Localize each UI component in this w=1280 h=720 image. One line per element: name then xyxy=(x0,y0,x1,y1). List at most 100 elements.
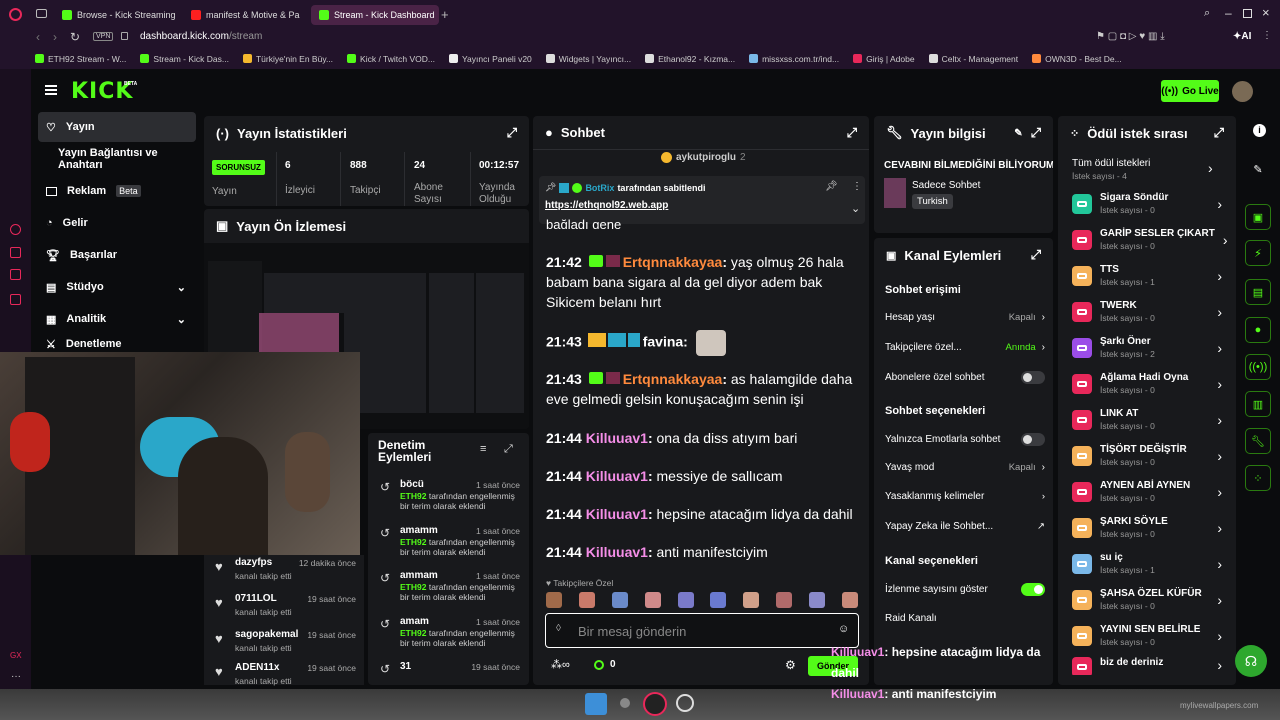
reload-icon[interactable]: ↻ xyxy=(70,30,80,44)
back-icon[interactable]: ‹ xyxy=(36,30,40,44)
sidebar-item-denetleme[interactable]: ⚔ Denetleme xyxy=(38,338,196,352)
chat-username[interactable]: Ertqnnakkayaa xyxy=(623,371,723,387)
gx-corner-label[interactable]: GX xyxy=(10,651,22,660)
undo-icon[interactable]: ↺ xyxy=(380,662,390,676)
bookmark-item[interactable]: Türkiye'nin En Büy... xyxy=(242,54,333,64)
follower-name[interactable]: dazyfps xyxy=(235,557,272,568)
bookmark-item[interactable]: Ethanol92 - Kızma... xyxy=(645,54,735,64)
pinned-link[interactable]: https://ethqnol92.web.app xyxy=(545,200,668,211)
menu-icon[interactable]: ⋮ xyxy=(1262,30,1272,41)
edit-icon[interactable]: ✎ xyxy=(1014,128,1022,139)
minimize-icon[interactable]: – xyxy=(1225,6,1232,20)
reward-item[interactable]: YAYINI SEN BELİRLE İstek sayısı - 0 › xyxy=(1072,621,1222,651)
undo-icon[interactable]: ↺ xyxy=(380,571,390,585)
expand-icon[interactable]: ⤢ xyxy=(1031,125,1041,141)
wrench-tool-icon[interactable]: 🔧︎ xyxy=(1245,428,1271,454)
tab-overview-icon[interactable] xyxy=(36,9,47,18)
sidebar-item-stream-key[interactable]: Yayın Bağlantısı ve Anahtarı xyxy=(50,144,202,174)
unpin-icon[interactable]: 📌︎ xyxy=(825,181,838,192)
chat-input[interactable]: ◊ Bir mesaj gönderin ☺ xyxy=(545,613,859,648)
quick-emote-icon[interactable] xyxy=(578,592,595,608)
emoji-icon[interactable]: ☺ xyxy=(838,623,849,635)
emote-only-toggle[interactable] xyxy=(1021,433,1045,446)
vpn-badge[interactable]: VPN xyxy=(93,32,114,41)
bookmark-item[interactable]: Kick / Twitch VOD... xyxy=(347,54,435,64)
banned-words-row[interactable]: Yasaklanmış kelimeler › xyxy=(885,491,1045,502)
tab-youtube[interactable]: manifest & Motive & Pa xyxy=(183,5,309,25)
reward-item[interactable]: TWERK İstek sayısı - 0 › xyxy=(1072,297,1222,327)
expand-icon[interactable]: ⤢ xyxy=(847,125,857,141)
reward-item[interactable]: AYNEN ABİ AYNEN İstek sayısı - 0 › xyxy=(1072,477,1222,507)
sidebar-twitch-icon[interactable] xyxy=(10,294,21,305)
moderation-action-item[interactable]: ↺ amamm 1 saat önce ETH92 tarafından engell… xyxy=(380,525,520,569)
quick-emote-icon[interactable] xyxy=(677,592,694,608)
forward-icon[interactable]: › xyxy=(53,30,57,44)
chat-username[interactable]: Killuuav1 xyxy=(586,506,648,522)
quick-emote-icon[interactable] xyxy=(743,592,760,608)
sidebar-item-basarilar[interactable]: 🏆︎ Başarılar xyxy=(38,240,196,270)
search-tabs-icon[interactable]: ⌕ xyxy=(1204,7,1210,20)
support-headset-icon[interactable]: ☊ xyxy=(1235,645,1267,677)
sidebar-messenger-icon[interactable] xyxy=(10,269,21,280)
expand-icon[interactable]: ⤢ xyxy=(1031,247,1041,263)
follower-name[interactable]: 0711LOL xyxy=(235,593,277,604)
url-field[interactable]: dashboard.kick.com/stream xyxy=(140,31,262,42)
moderation-action-item[interactable]: ↺ ammam 1 saat önce ETH92 tarafından engell… xyxy=(380,570,520,614)
bookmark-item[interactable]: Yayıncı Paneli v20 xyxy=(449,54,532,64)
bookmark-item[interactable]: missxss.com.tr/ind... xyxy=(749,54,839,64)
reward-item[interactable]: su iç İstek sayısı - 1 › xyxy=(1072,549,1222,579)
taskbar-app-icon[interactable] xyxy=(620,698,630,708)
broadcast-icon[interactable]: ((•)) xyxy=(1245,354,1271,380)
gear-icon[interactable]: ⚙ xyxy=(785,658,796,672)
channel-points[interactable]: 0 xyxy=(594,659,616,670)
slow-mode-row[interactable]: Yavaş mod Kapalı › xyxy=(885,462,1045,473)
moderation-action-item[interactable]: ↺ amam 1 saat önce ETH92 tarafından engelle… xyxy=(380,616,520,660)
quick-emote-icon[interactable] xyxy=(644,592,661,608)
raid-channel-row[interactable]: Raid Kanalı xyxy=(885,613,1045,624)
info-icon[interactable]: i xyxy=(1253,124,1266,137)
more-icon[interactable]: ··· xyxy=(11,671,21,682)
document-icon[interactable]: ▤ xyxy=(1245,279,1271,305)
reward-item[interactable]: Sigara Söndür İstek sayısı - 0 › xyxy=(1072,189,1222,219)
quick-emote-icon[interactable] xyxy=(710,592,727,608)
taskbar-explorer-icon[interactable] xyxy=(585,693,607,715)
reward-item[interactable]: TİŞÖRT DEĞİŞTİR İstek sayısı - 0 › xyxy=(1072,441,1222,471)
lightning-icon[interactable]: ⚡︎ xyxy=(1245,240,1271,266)
sidebar-feed-icon[interactable] xyxy=(10,247,21,258)
quick-emote-icon[interactable] xyxy=(776,592,793,608)
quick-emote-icon[interactable] xyxy=(611,592,628,608)
moderation-action-item[interactable]: ↺ 31 19 saat önce xyxy=(380,661,520,685)
more-options-icon[interactable]: ⋮ xyxy=(852,181,862,192)
filter-icon[interactable]: ≡ xyxy=(480,443,486,455)
sidebar-item-reklam[interactable]: Reklam Beta xyxy=(38,176,196,206)
chat-username[interactable]: Ertqnnakkayaa xyxy=(623,254,723,270)
view-count-toggle[interactable] xyxy=(1021,583,1045,596)
reward-item[interactable]: biz de deriniz › xyxy=(1072,657,1222,675)
reward-item[interactable]: ŞAHSA ÖZEL KÜFÜR İstek sayısı - 0 › xyxy=(1072,585,1222,615)
reward-item[interactable]: LINK AT İstek sayısı - 0 › xyxy=(1072,405,1222,435)
chat-username[interactable]: favina xyxy=(643,334,683,350)
user-avatar[interactable] xyxy=(1232,81,1253,102)
go-live-button[interactable]: ((•)) Go Live xyxy=(1161,80,1219,102)
quick-emote-icon[interactable] xyxy=(546,592,562,608)
bookmark-item[interactable]: Giriş | Adobe xyxy=(853,54,915,64)
category-name[interactable]: Sadece Sohbet xyxy=(912,180,980,191)
close-window-icon[interactable]: × xyxy=(1262,5,1270,20)
chat-icon[interactable]: ● xyxy=(1245,317,1271,343)
reward-item[interactable]: Şarkı Öner İstek sayısı - 2 › xyxy=(1072,333,1222,363)
all-rewards-label[interactable]: Tüm ödül istekleri xyxy=(1072,158,1150,169)
expand-icon[interactable]: ⤢ xyxy=(504,443,513,456)
quick-emote-icon[interactable] xyxy=(841,592,858,608)
maximize-icon[interactable] xyxy=(1243,9,1252,18)
sidebar-item-studyo[interactable]: ▤ Stüdyo ⌄ xyxy=(38,272,196,302)
chat-username[interactable]: Killuuav1 xyxy=(586,430,648,446)
taskbar-opera-icon[interactable] xyxy=(643,692,667,716)
chat-settings-icons[interactable]: ⁂∞ xyxy=(551,658,570,671)
undo-icon[interactable]: ↺ xyxy=(380,526,390,540)
ai-chat-row[interactable]: Yapay Zeka ile Sohbet... ↗ xyxy=(885,521,1045,532)
undo-icon[interactable]: ↺ xyxy=(380,617,390,631)
subscribers-only-toggle[interactable] xyxy=(1021,371,1045,384)
chat-username[interactable]: Killuuav1 xyxy=(586,544,648,560)
undo-icon[interactable]: ↺ xyxy=(380,480,390,494)
hamburger-menu-icon[interactable] xyxy=(45,85,57,95)
